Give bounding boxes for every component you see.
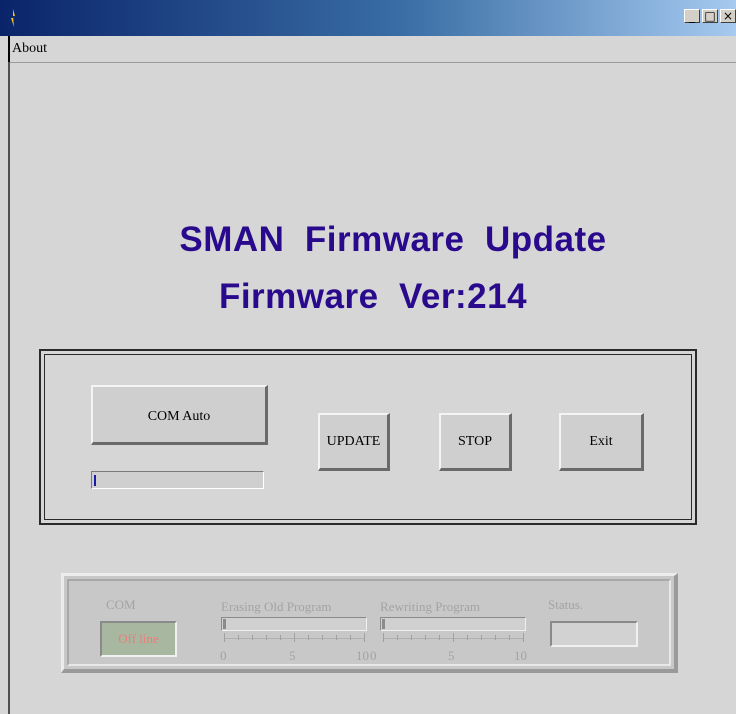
status-label: Status. [548, 597, 584, 612]
rewriting-tick-major [523, 633, 524, 642]
erasing-tick-major [294, 633, 295, 642]
stop-button[interactable]: STOP [439, 413, 512, 471]
rewriting-label: Rewriting Program [380, 599, 481, 614]
erasing-tick [280, 635, 281, 640]
close-button[interactable]: × [720, 9, 736, 23]
rewriting-tick [481, 635, 482, 640]
erasing-tick-label: 0 [220, 648, 227, 663]
com-label: COM [106, 597, 136, 612]
rewriting-tick-major [383, 633, 384, 642]
rewriting-tick [509, 635, 510, 640]
rewriting-tick [467, 635, 468, 640]
rewriting-tick [439, 635, 440, 640]
erasing-tick [308, 635, 309, 640]
com-status-indicator: Off line [100, 621, 177, 657]
erasing-tick [238, 635, 239, 640]
erasing-tick-major [364, 633, 365, 642]
firmware-version: Firmware Ver:214 [218, 277, 528, 316]
com-auto-button[interactable]: COM Auto [91, 385, 268, 445]
rewriting-tick [495, 635, 496, 640]
erasing-progress-slider [221, 617, 367, 631]
erasing-tick [322, 635, 323, 640]
erasing-tick [252, 635, 253, 640]
window-left-edge [0, 36, 10, 714]
erasing-slider-thumb [223, 619, 226, 629]
erasing-tick [350, 635, 351, 640]
app-icon[interactable] [7, 8, 19, 28]
erasing-tick [266, 635, 267, 640]
erasing-tick [336, 635, 337, 640]
status-display [550, 621, 638, 647]
maximize-button[interactable]: □ [702, 9, 718, 23]
exit-button[interactable]: Exit [559, 413, 644, 471]
minimize-button[interactable]: _ [684, 9, 700, 23]
com-progress-bar [91, 471, 264, 489]
rewriting-tick-major [453, 633, 454, 642]
erasing-label: Erasing Old Program [221, 599, 332, 614]
com-status-text: Off line [118, 631, 159, 646]
rewriting-progress-slider [380, 617, 526, 631]
rewriting-tick [425, 635, 426, 640]
rewriting-tick-label: 10 [514, 648, 527, 663]
rewriting-tick [411, 635, 412, 640]
rewriting-tick [397, 635, 398, 640]
rewriting-tick-label: 0 [370, 648, 377, 663]
erasing-tick-label: 5 [289, 648, 296, 663]
rewriting-slider-thumb [382, 619, 385, 629]
title-bar[interactable]: _ □ × [0, 0, 736, 36]
erasing-tick-major [224, 633, 225, 642]
update-button[interactable]: UPDATE [318, 413, 390, 471]
com-progress-fill [94, 475, 96, 486]
erasing-tick-label: 10 [356, 648, 369, 663]
menu-item-about[interactable]: About [12, 41, 47, 57]
app-title: SMAN Firmware Update [179, 220, 607, 259]
menu-bar: About [10, 36, 736, 63]
rewriting-tick-label: 5 [448, 648, 455, 663]
